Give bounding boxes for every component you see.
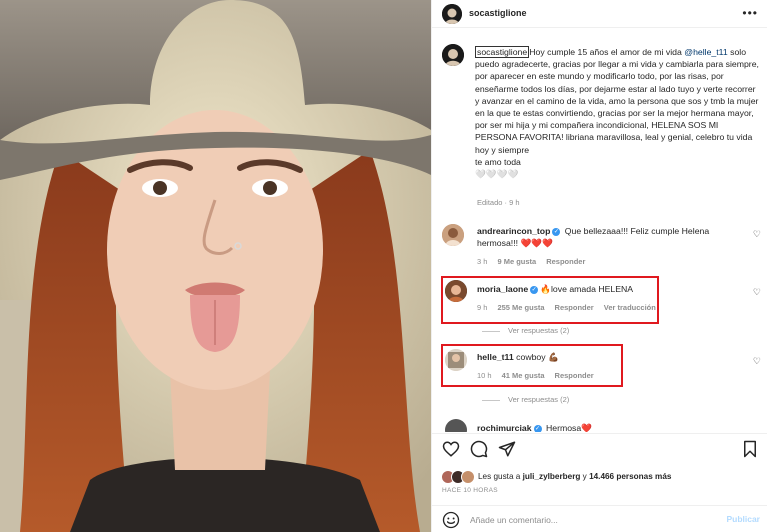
caption-body-start: Hoy cumple 15 años el amor de mi vida	[529, 47, 685, 57]
comment-text: Hermosa❤️	[545, 423, 593, 432]
comment-username[interactable]: moria_laone	[477, 284, 528, 294]
liker-username[interactable]: juli_zylberberg	[523, 472, 581, 481]
post-actions: Les gusta a juli_zylberberg y 14.466 per…	[432, 433, 767, 532]
post-timestamp: HACE 10 HORAS	[442, 487, 498, 494]
comment-time: 10 h	[477, 371, 492, 380]
comment-likes[interactable]: 41 Me gusta	[502, 371, 545, 380]
comment-body: andrearincon_top ✓ Que bellezaaa!!! Feliz…	[477, 225, 739, 249]
divider-line	[482, 330, 500, 332]
post-photo[interactable]	[0, 0, 431, 532]
commenter-avatar[interactable]	[445, 349, 467, 371]
caption-username[interactable]: socastiglione	[475, 46, 530, 58]
commenter-avatar[interactable]	[445, 419, 467, 432]
caption-avatar[interactable]	[442, 44, 464, 66]
liker-avatars	[441, 470, 475, 484]
view-replies-label[interactable]: Ver respuestas (2)	[508, 395, 569, 404]
caption-edited-time: Editado · 9 h	[477, 198, 520, 207]
comment-meta: 9 h 255 Me gusta Responder Ver traducción	[477, 303, 666, 312]
smiley-icon[interactable]	[442, 511, 460, 529]
publish-button[interactable]: Publicar	[726, 514, 760, 524]
verified-badge-icon: ✓	[552, 227, 561, 236]
comment-body: moria_laone ✓ 🔥love amada HELENA	[477, 283, 677, 295]
view-replies-label[interactable]: Ver respuestas (2)	[508, 326, 569, 335]
selfie-illustration	[0, 0, 431, 532]
comment-body: rochimurciak ✓ Hermosa❤️	[477, 422, 717, 432]
comment-username[interactable]: andrearincon_top	[477, 226, 550, 236]
author-username[interactable]: socastiglione	[469, 8, 527, 18]
comment-text: 🔥love amada HELENA	[540, 284, 634, 294]
heart-icon[interactable]: ♡	[753, 356, 761, 367]
comment-body: helle_t11 cowboy 💪🏾	[477, 351, 617, 363]
post-side-panel: socastiglione ••• socastiglione Hoy cumpl…	[431, 0, 767, 532]
comment-text: cowboy 💪🏾	[516, 352, 559, 362]
comment-username[interactable]: rochimurciak	[477, 423, 532, 432]
comment-time: 3 h	[477, 257, 488, 266]
view-replies-button[interactable]: Ver respuestas (2)	[482, 326, 569, 335]
verified-badge-icon: ✓	[530, 285, 539, 294]
comment-meta: 3 h 9 Me gusta Responder	[477, 257, 595, 266]
paper-plane-icon[interactable]	[498, 440, 516, 458]
translate-button[interactable]: Ver traducción	[604, 303, 656, 312]
view-replies-button[interactable]: Ver respuestas (2)	[482, 395, 569, 404]
likes-middle: y	[580, 472, 590, 482]
reply-button[interactable]: Responder	[555, 303, 594, 312]
likes-count[interactable]: 14.466 personas más	[589, 472, 671, 481]
likes-prefix: Les gusta a	[478, 472, 523, 482]
comment-likes[interactable]: 255 Me gusta	[497, 303, 544, 312]
commenter-avatar[interactable]	[445, 280, 467, 302]
caption-emojis: 🤍🤍🤍🤍	[475, 169, 519, 180]
likes-summary: Les gusta a juli_zylberberg y 14.466 per…	[441, 470, 671, 484]
comment-meta: 10 h 41 Me gusta Responder	[477, 371, 604, 380]
heart-icon[interactable]: ♡	[753, 229, 761, 240]
comment-composer: Publicar	[432, 505, 767, 532]
ellipsis-icon[interactable]: •••	[742, 6, 758, 20]
reply-button[interactable]: Responder	[546, 257, 585, 266]
author-avatar[interactable]	[442, 4, 462, 24]
comments-list[interactable]: socastiglione Hoy cumple 15 años el amor …	[432, 29, 767, 432]
commenter-avatar[interactable]	[442, 224, 464, 246]
reply-button[interactable]: Responder	[555, 371, 594, 380]
divider-line	[482, 399, 500, 401]
caption-mention-link[interactable]: @helle_t11	[684, 47, 727, 57]
comment-input[interactable]	[470, 512, 700, 528]
heart-icon[interactable]	[442, 440, 460, 458]
caption-text: socastiglione Hoy cumple 15 años el amor …	[475, 46, 761, 180]
comment-username[interactable]: helle_t11	[477, 352, 514, 362]
post-header: socastiglione •••	[432, 0, 767, 28]
caption-body-end: solo puedo agradecerte, gracias por lleg…	[475, 47, 759, 155]
comment-icon[interactable]	[470, 440, 488, 458]
verified-badge-icon: ✓	[533, 424, 542, 432]
caption-closing: te amo toda	[475, 156, 521, 167]
heart-icon[interactable]: ♡	[753, 287, 761, 298]
comment-likes[interactable]: 9 Me gusta	[497, 257, 536, 266]
comment-time: 9 h	[477, 303, 488, 312]
bookmark-icon[interactable]	[742, 440, 758, 458]
